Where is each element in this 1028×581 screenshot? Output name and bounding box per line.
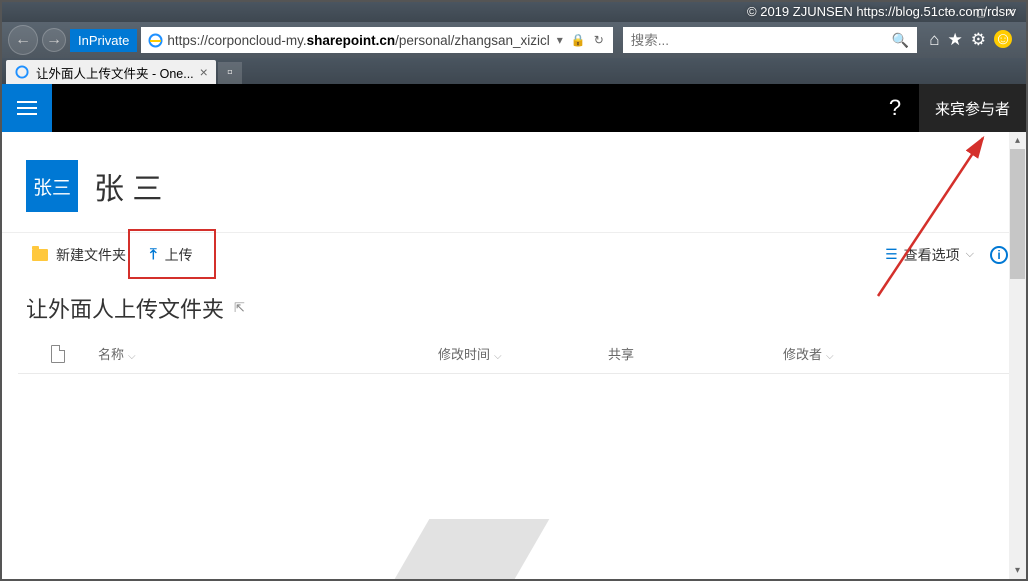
- folder-title: 让外面人上传文件夹: [26, 292, 224, 324]
- list-icon: ☰: [885, 246, 898, 263]
- settings-gear-icon[interactable]: ⚙: [971, 30, 986, 50]
- decorative-shadow: [394, 519, 549, 579]
- url-text: https://corponcloud-my.sharepoint.cn/per…: [167, 33, 549, 48]
- feedback-icon[interactable]: ☺: [994, 30, 1012, 48]
- table-header-row: 名称⌵ 修改时间⌵ 共享 修改者⌵: [18, 334, 1010, 374]
- app-header: ? 来宾参与者: [2, 84, 1026, 132]
- tab-bar: 让外面人上传文件夹 - One... × ▫: [2, 58, 1026, 84]
- share-icon[interactable]: ⇱: [234, 300, 245, 316]
- upload-icon: ⤒: [150, 246, 157, 263]
- upload-button[interactable]: ⤒ 上传: [138, 237, 205, 273]
- tab-title: 让外面人上传文件夹 - One...: [36, 63, 194, 82]
- column-share[interactable]: 共享: [608, 344, 783, 363]
- new-folder-button[interactable]: 新建文件夹: [20, 237, 138, 273]
- info-button[interactable]: i: [990, 246, 1008, 264]
- scroll-thumb[interactable]: [1010, 149, 1025, 279]
- search-icon[interactable]: 🔍: [892, 32, 909, 49]
- ie-logo-icon: [147, 32, 163, 48]
- scroll-up-icon[interactable]: ▴: [1009, 132, 1026, 149]
- watermark-text: © 2019 ZJUNSEN https://blog.51cto.com/rd…: [747, 4, 1016, 19]
- page-content: 张三 张 三 新建文件夹 ⤒ 上传 ☰ 查看选项 ⌵ i 让外面人上传文件夹 ⇱: [2, 132, 1026, 579]
- sort-icon: ⌵: [494, 351, 502, 362]
- folder-header: 让外面人上传文件夹 ⇱: [2, 276, 1026, 334]
- app-launcher-button[interactable]: [2, 84, 52, 132]
- username-heading: 张 三: [94, 164, 162, 208]
- tab-favicon-icon: [14, 64, 30, 80]
- address-bar: ← → InPrivate https://corponcloud-my.sha…: [2, 22, 1026, 58]
- lock-icon[interactable]: 🔒: [568, 33, 589, 47]
- browser-search-box[interactable]: 🔍: [623, 27, 917, 53]
- url-field[interactable]: https://corponcloud-my.sharepoint.cn/per…: [141, 27, 612, 53]
- user-role-label[interactable]: 来宾参与者: [919, 84, 1026, 132]
- view-options-button[interactable]: ☰ 查看选项 ⌵: [885, 245, 974, 265]
- tab-close-icon[interactable]: ×: [200, 64, 208, 80]
- search-input[interactable]: [631, 33, 892, 48]
- back-button[interactable]: ←: [8, 25, 38, 55]
- browser-tab[interactable]: 让外面人上传文件夹 - One... ×: [6, 60, 216, 84]
- file-table: 名称⌵ 修改时间⌵ 共享 修改者⌵: [2, 334, 1026, 374]
- inprivate-badge: InPrivate: [70, 29, 137, 52]
- vertical-scrollbar[interactable]: ▴ ▾: [1009, 132, 1026, 579]
- favorites-icon[interactable]: ★: [948, 30, 963, 50]
- column-modified-time[interactable]: 修改时间⌵: [438, 344, 608, 363]
- sort-icon: ⌵: [826, 351, 834, 362]
- column-name[interactable]: 名称⌵: [98, 344, 438, 363]
- chevron-down-icon: ⌵: [966, 248, 974, 261]
- column-author[interactable]: 修改者⌵: [783, 344, 1010, 363]
- user-profile-block: 张三 张 三: [2, 132, 1026, 232]
- avatar: 张三: [26, 160, 78, 212]
- command-bar: 新建文件夹 ⤒ 上传 ☰ 查看选项 ⌵ i: [2, 232, 1026, 276]
- sort-icon: ⌵: [128, 351, 136, 362]
- file-type-icon: [51, 345, 65, 363]
- forward-button[interactable]: →: [42, 28, 66, 52]
- new-tab-button[interactable]: ▫: [218, 62, 242, 84]
- folder-icon: [32, 249, 48, 261]
- help-button[interactable]: ?: [871, 84, 919, 132]
- refresh-icon[interactable]: ↻: [591, 33, 607, 47]
- scroll-down-icon[interactable]: ▾: [1009, 562, 1026, 579]
- home-icon[interactable]: ⌂: [929, 30, 939, 50]
- url-dropdown-icon[interactable]: ▾: [554, 33, 566, 47]
